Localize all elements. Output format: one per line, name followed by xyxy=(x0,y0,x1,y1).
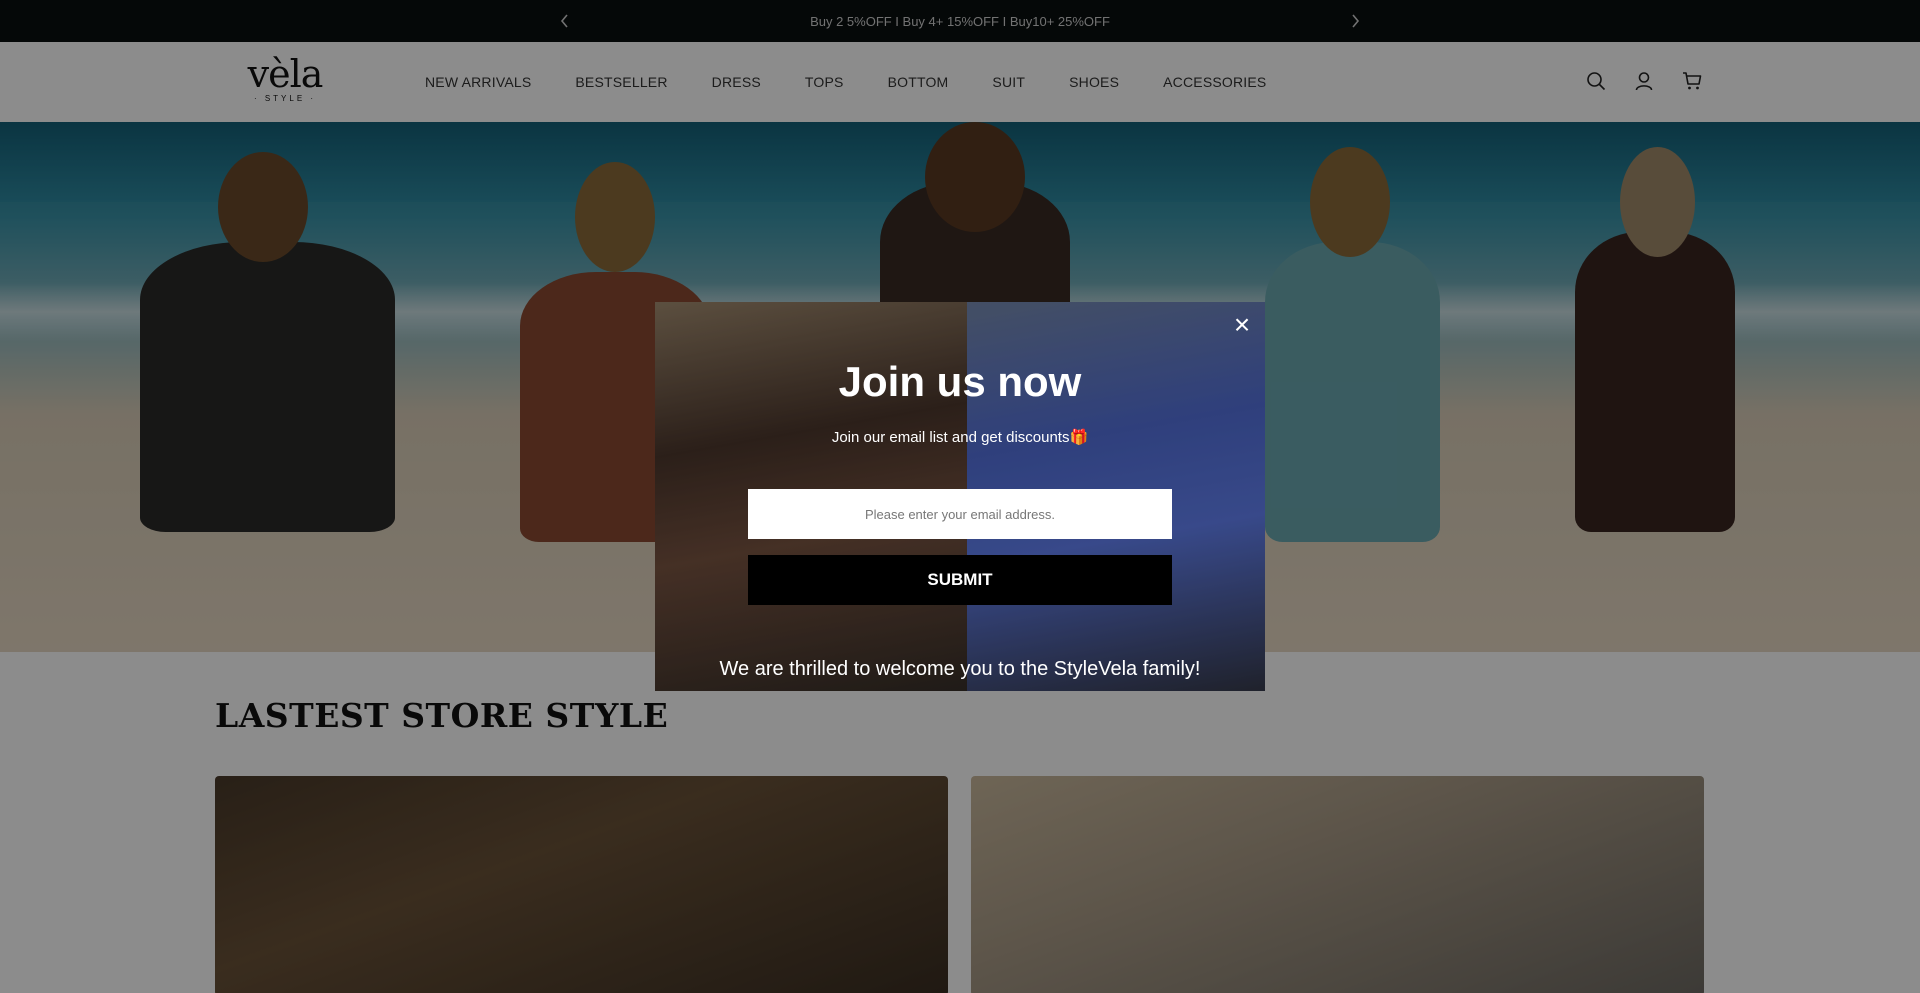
submit-button[interactable]: SUBMIT xyxy=(748,555,1172,605)
popup-title: Join us now xyxy=(838,358,1082,405)
close-icon: × xyxy=(1233,309,1251,340)
popup-subtitle: Join our email list and get discounts🎁 xyxy=(831,429,1089,446)
popup-welcome-text: We are thrilled to welcome you to the St… xyxy=(719,658,1201,680)
email-field[interactable] xyxy=(748,489,1172,539)
close-button[interactable]: × xyxy=(1227,310,1257,340)
newsletter-popup: × Join us now Join our email list and ge… xyxy=(655,302,1265,691)
